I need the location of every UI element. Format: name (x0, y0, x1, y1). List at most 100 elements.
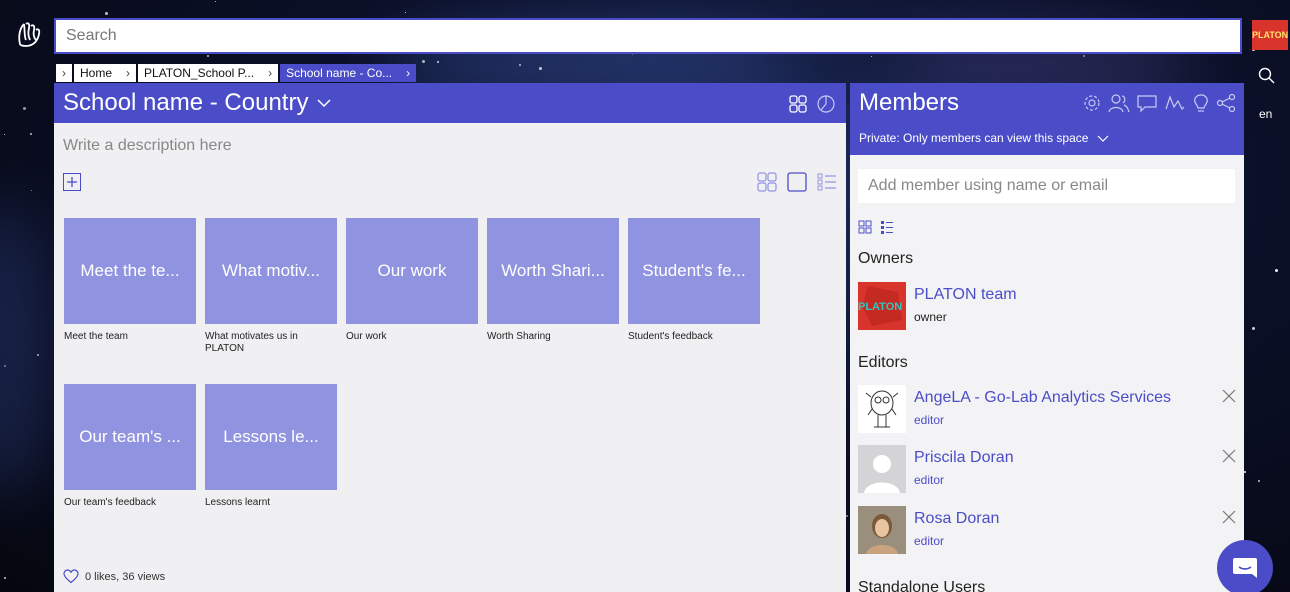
share-icon[interactable] (1216, 93, 1236, 113)
tile-card[interactable]: Our work (346, 218, 478, 324)
activity-icon[interactable] (1164, 93, 1186, 113)
member-row[interactable]: PLATON PLATON team owner (858, 282, 1236, 332)
tile-view-icon[interactable] (756, 171, 778, 193)
golab-logo[interactable] (12, 18, 46, 52)
star (4, 365, 6, 367)
gear-icon[interactable] (1082, 93, 1102, 113)
member-name[interactable]: Rosa Doran (914, 510, 999, 528)
star (871, 56, 872, 57)
star (846, 515, 848, 517)
single-view-icon[interactable] (786, 171, 808, 193)
star (437, 61, 439, 63)
tile-our-work[interactable]: Our work Our work (346, 218, 478, 343)
privacy-dropdown[interactable]: Private: Only members can view this spac… (859, 131, 1110, 145)
tile-card[interactable]: Lessons le... (205, 384, 337, 490)
tile-caption: Worth Sharing (487, 331, 551, 342)
tile-worth-sharing[interactable]: Worth Shari... Worth Sharing (487, 218, 619, 343)
star (1244, 471, 1246, 473)
avatar: PLATON (858, 282, 906, 330)
breadcrumb-item-label: Home (80, 66, 113, 80)
members-header: Members Private: Only members can view t… (850, 83, 1244, 155)
close-icon[interactable] (1222, 389, 1236, 403)
avatar (858, 385, 906, 433)
likes-views-text: 0 likes, 36 views (85, 570, 166, 583)
hand-logo-icon (18, 22, 41, 47)
list-view-icon[interactable] (816, 171, 838, 193)
breadcrumb-toggle-icon[interactable]: › (56, 64, 72, 82)
member-row[interactable]: AngeLA - Go-Lab Analytics Services edito… (858, 385, 1236, 435)
star (4, 577, 6, 579)
list-view-icon[interactable] (880, 220, 894, 234)
star (4, 134, 5, 135)
search-input[interactable] (56, 20, 1240, 52)
space-title[interactable]: School name - Country (63, 89, 308, 117)
star (1083, 55, 1085, 57)
plus-icon (67, 177, 77, 187)
tile-caption: Our team's feedback (64, 497, 156, 508)
star (632, 54, 633, 55)
tile-card[interactable]: What motiv... (205, 218, 337, 324)
member-name[interactable]: PLATON team (914, 286, 1017, 304)
likes-views: 0 likes, 36 views (63, 569, 165, 584)
tile-card[interactable]: Student's fe... (628, 218, 760, 324)
tile-our-teams-feedback[interactable]: Our team's ... Our team's feedback (64, 384, 196, 509)
chevron-right-icon: › (126, 66, 131, 80)
tile-students-feedback[interactable]: Student's fe... Student's feedback (628, 218, 760, 343)
user-avatar[interactable]: PLATON (1252, 20, 1288, 50)
comment-icon[interactable] (1136, 93, 1158, 113)
language-selector[interactable]: en (1259, 107, 1272, 121)
avatar (858, 506, 906, 554)
breadcrumb-item-label: PLATON_School P... (144, 66, 255, 80)
privacy-label: Private: Only members can view this spac… (859, 131, 1089, 145)
tile-card[interactable]: Worth Shari... (487, 218, 619, 324)
space-header: School name - Country (54, 83, 846, 123)
member-view-toggle (858, 220, 894, 234)
description-field[interactable]: Write a description here (63, 137, 232, 155)
star (31, 190, 32, 191)
star (23, 107, 26, 110)
member-role: editor (914, 413, 945, 427)
member-name[interactable]: AngeLA - Go-Lab Analytics Services (914, 389, 1171, 407)
star (1258, 480, 1260, 482)
user-avatar-text: PLATON (1252, 30, 1288, 40)
star (37, 354, 39, 356)
chevron-down-icon (1097, 135, 1109, 142)
star (215, 1, 216, 2)
lightbulb-icon[interactable] (1192, 93, 1210, 113)
platon-logo-icon: PLATON (858, 282, 906, 330)
space-header-icons (788, 94, 836, 114)
tile-what-motivates[interactable]: What motiv... What motivates us in PLATO… (205, 218, 337, 355)
heart-icon[interactable] (63, 569, 79, 584)
members-title: Members (859, 89, 960, 116)
tile-caption: Meet the team (64, 331, 128, 342)
chevron-right-icon: › (268, 66, 273, 80)
owl-sketch-icon (865, 390, 899, 428)
chat-icon (1233, 558, 1257, 578)
member-role: owner (914, 310, 947, 324)
chat-button[interactable] (1217, 540, 1273, 592)
breadcrumb-item-current[interactable]: School name - Co... › (280, 64, 417, 82)
tile-caption: What motivates us in PLATON (205, 331, 298, 354)
search-icon[interactable] (1257, 66, 1277, 86)
add-item-button[interactable] (63, 173, 81, 191)
tile-meet-the-team[interactable]: Meet the te... Meet the team (64, 218, 196, 343)
default-user-icon (858, 445, 906, 493)
star (422, 60, 425, 63)
breadcrumb-item-school[interactable]: PLATON_School P... › (138, 64, 279, 82)
close-icon[interactable] (1222, 510, 1236, 524)
breadcrumb-item-home[interactable]: Home › (74, 64, 137, 82)
users-icon[interactable] (1108, 93, 1130, 113)
member-row[interactable]: Rosa Doran editor (858, 506, 1236, 556)
close-icon[interactable] (1222, 449, 1236, 463)
chevron-down-icon[interactable] (316, 95, 332, 111)
tile-card[interactable]: Our team's ... (64, 384, 196, 490)
grid-view-icon[interactable] (788, 94, 808, 114)
analytics-pie-icon[interactable] (816, 94, 836, 114)
grid-view-icon[interactable] (858, 220, 872, 234)
tile-lessons-learnt[interactable]: Lessons le... Lessons learnt (205, 384, 337, 509)
member-row[interactable]: Priscila Doran editor (858, 445, 1236, 495)
star (539, 67, 542, 70)
add-member-input[interactable] (858, 169, 1235, 203)
tile-card[interactable]: Meet the te... (64, 218, 196, 324)
member-name[interactable]: Priscila Doran (914, 449, 1014, 467)
